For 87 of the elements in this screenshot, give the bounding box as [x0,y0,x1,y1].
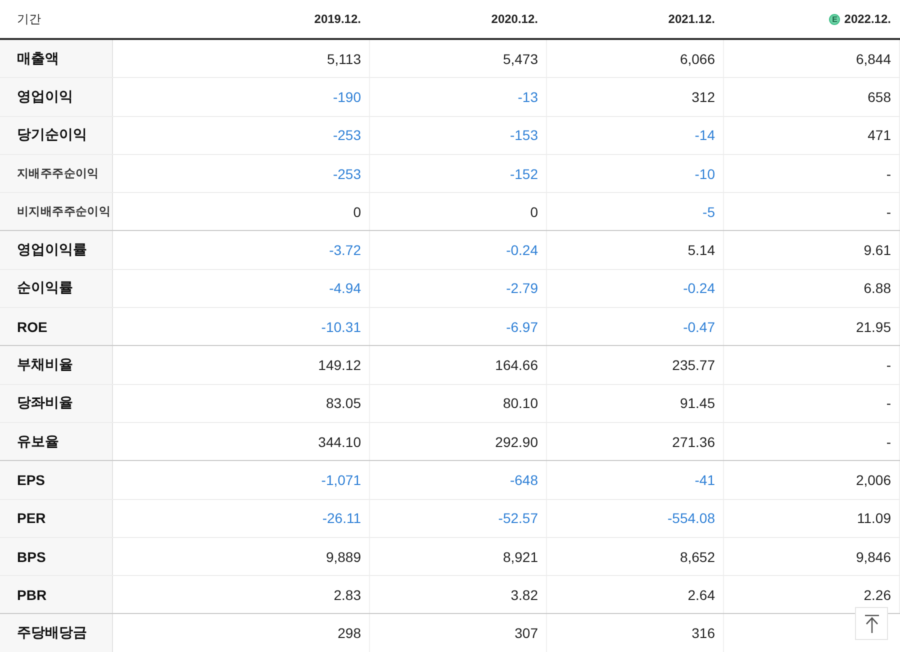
table-cell: 235.77 [672,357,715,374]
table-cell: - [886,204,891,220]
table-cell: -648 [510,472,538,488]
table-cell: 91.45 [680,395,715,412]
row-label: 순이익률 [0,270,113,308]
table-cell: 307 [514,625,538,642]
row-label: 지배주주순이익 [0,154,113,192]
row-label: PER [0,500,113,537]
table-cell: -5 [702,204,715,220]
table-cell: -253 [332,166,361,182]
table-cell: - [886,166,891,182]
arrow-up-icon [864,614,880,634]
table-cell: 149.12 [318,357,361,374]
table-cell: 316 [692,625,715,642]
table-cell: -6.97 [506,318,538,335]
table-cell: -10.31 [321,318,361,335]
row-label: 영업이익률 [0,231,113,269]
table-cell: -14 [694,127,715,144]
row-label: 주당배당금 [0,614,113,652]
table-cell: -3.72 [329,242,361,258]
table-cell: 2.64 [688,586,715,603]
table-cell: -152 [510,166,538,182]
table-cell: 292.90 [495,434,538,450]
column-header: 2022.12. [844,12,891,26]
table-cell: 298 [338,625,361,642]
row-label: 매출액 [0,40,113,78]
table-cell: 21.95 [856,318,891,335]
table-cell: 6,066 [680,50,715,67]
table-cell: - [886,357,891,374]
table-cell: -13 [518,88,538,105]
table-cell: 471 [868,127,891,144]
row-label: 당좌비율 [0,384,113,422]
row-label: 비지배주주순이익 [0,193,113,230]
table-cell: 9.61 [864,242,891,258]
table-cell: 3.82 [510,586,538,603]
table-cell: 9,889 [326,548,361,564]
table-cell: 6,844 [856,50,891,67]
table-cell: 80.10 [502,395,538,412]
table-cell: 344.10 [318,434,361,450]
table-cell: - [886,395,891,412]
table-cell: 312 [692,88,715,105]
row-label: 당기순이익 [0,116,113,154]
table-cell: 2.26 [864,586,891,603]
table-cell: 0 [353,204,361,220]
table-cell: 0 [530,204,538,220]
column-header: 2021.12. [668,12,715,26]
table-cell: -10 [694,166,715,182]
table-cell: 271.36 [672,434,715,450]
table-cell: -0.24 [683,280,715,296]
table-cell: 5,113 [327,50,361,67]
table-cell: 2.83 [334,586,361,603]
row-label: EPS [0,461,113,499]
table-cell: 5.14 [688,242,715,258]
table-cell: -554.08 [668,510,715,526]
table-cell: 8,652 [680,548,715,564]
table-cell: 164.66 [495,357,538,374]
table-cell: -52.57 [498,510,538,526]
table-cell: -2.79 [506,280,538,296]
table-cell: 6.88 [864,280,891,296]
header-label: 기간 [17,10,41,28]
row-label: 영업이익 [0,78,113,116]
table-cell: 9,846 [856,548,891,564]
table-cell: -41 [694,472,715,488]
table-cell: 11.09 [857,510,891,526]
table-cell: 83.05 [326,395,361,412]
row-label: BPS [0,538,113,576]
row-label: PBR [0,576,113,614]
table-cell: 5,473 [502,50,538,67]
row-label: 부채비율 [0,346,113,384]
table-cell: 2,006 [856,472,891,488]
row-label: ROE [0,308,113,346]
table-cell: -0.24 [506,242,538,258]
table-cell: 8,921 [502,548,538,564]
column-header: 2020.12. [491,12,538,26]
table-cell: -190 [332,88,361,105]
scroll-to-top-button[interactable] [855,607,888,640]
table-cell: -1,071 [321,472,361,488]
table-cell: 658 [868,88,891,105]
table-cell: -0.47 [683,318,715,335]
row-label: 유보율 [0,422,113,460]
table-cell: -26.11 [322,510,361,526]
table-cell: -253 [332,127,361,144]
column-header: 2019.12. [314,12,361,26]
table-cell: - [886,434,891,450]
table-cell: -153 [510,127,538,144]
table-cell: -4.94 [329,280,361,296]
estimate-badge: E [829,14,840,24]
